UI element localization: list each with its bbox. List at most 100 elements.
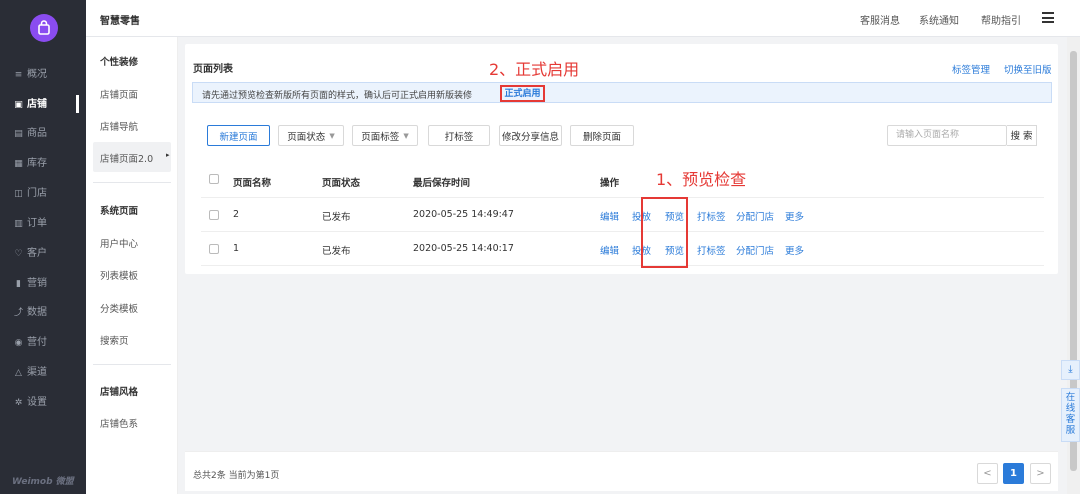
nav-label: 门店	[27, 188, 47, 199]
customer-icon: ♡	[14, 249, 23, 259]
tag-manage-link[interactable]: 标签管理	[952, 62, 990, 76]
button-label: 删除页面	[582, 131, 621, 143]
order-icon: ▥	[14, 219, 23, 229]
pagination-bar: 总共2条 当前为第1页 < 1 >	[185, 451, 1058, 491]
payment-icon: ◉	[14, 338, 23, 348]
nav-item-customer[interactable]: ♡ 客户	[14, 246, 86, 262]
marketing-icon: ▮	[16, 279, 21, 289]
subnav-item-store-page[interactable]: 店铺页面	[100, 87, 138, 101]
step2-annotation: 2、正式启用	[489, 60, 580, 79]
nav-label: 订单	[27, 218, 47, 229]
edit-link[interactable]: 编辑	[600, 243, 619, 257]
next-page-button[interactable]: >	[1030, 463, 1051, 484]
page-status-select[interactable]: 页面状态 ▼	[278, 125, 344, 146]
search-button[interactable]: 搜 索	[1007, 125, 1037, 146]
nav-label: 店铺	[27, 99, 47, 110]
page-table: 页面名称 页面状态 最后保存时间 操作 2 已发布 2020-05-25 14:…	[201, 162, 1044, 266]
subnav-item-user-center[interactable]: 用户中心	[100, 236, 138, 250]
notice-banner: 请先通过预览检查新版所有页面的样式，确认后可正式启用新版装修 正式启用	[192, 82, 1052, 103]
subnav-divider	[93, 182, 171, 183]
subnav-item-color-scheme[interactable]: 店铺色系	[100, 416, 138, 430]
new-page-button[interactable]: 新建页面	[207, 125, 270, 146]
nav-label: 营销	[27, 278, 47, 289]
nav-item-payment[interactable]: ◉ 营付	[14, 335, 86, 351]
nav-item-inventory[interactable]: ▦ 库存	[14, 156, 86, 172]
nav-item-order[interactable]: ▥ 订单	[14, 216, 86, 232]
subnav-item-list-template[interactable]: 列表模板	[100, 268, 138, 282]
subnav-item-search-page[interactable]: 搜索页	[100, 333, 129, 347]
switch-old-version-link[interactable]: 切换至旧版	[1004, 62, 1052, 76]
customer-message-link[interactable]: 客服消息	[860, 12, 900, 27]
select-all-checkbox[interactable]	[209, 174, 219, 184]
subnav-group-system: 系统页面	[100, 206, 139, 217]
help-guide-link[interactable]: 帮助指引	[981, 12, 1021, 27]
subnav-item-store-nav[interactable]: 店铺导航	[100, 119, 138, 133]
page-status: 已发布	[322, 212, 351, 223]
edit-share-info-button[interactable]: 修改分享信息	[499, 125, 562, 146]
col-save-time: 最后保存时间	[413, 178, 471, 189]
nav-item-data[interactable]: ⤴ 数据	[14, 305, 86, 321]
goods-icon: ▤	[14, 129, 23, 139]
nav-item-marketing[interactable]: ▮ 营销	[14, 276, 86, 292]
assign-store-link[interactable]: 分配门店	[736, 209, 774, 223]
delete-page-button[interactable]: 删除页面	[570, 125, 634, 146]
system-notice-link[interactable]: 系统通知	[919, 12, 959, 27]
row-checkbox[interactable]	[209, 244, 219, 254]
nav-active-indicator	[76, 95, 79, 113]
button-label: 打标签	[444, 131, 474, 143]
nav-item-channel[interactable]: △ 渠道	[14, 365, 86, 381]
nav-item-overview[interactable]: ≡ 概况	[14, 67, 86, 83]
store-icon: ▣	[14, 100, 23, 110]
nav-label: 数据	[27, 307, 47, 318]
table-header: 页面名称 页面状态 最后保存时间 操作	[201, 162, 1044, 198]
save-time: 2020-05-25 14:49:47	[413, 209, 514, 220]
brand-logo: Weimob 微盟	[12, 477, 74, 487]
channel-icon: △	[15, 368, 22, 378]
nav-item-shop[interactable]: ◫ 门店	[14, 186, 86, 202]
nav-label: 客户	[27, 248, 47, 259]
nav-item-settings[interactable]: ✲ 设置	[14, 395, 86, 411]
download-icon[interactable]: ⤓	[1061, 360, 1080, 380]
online-service-button[interactable]: 在线客服	[1061, 388, 1080, 442]
overview-icon: ≡	[14, 70, 23, 80]
nav-item-goods[interactable]: ▤ 商品	[14, 126, 86, 142]
preview-highlight-box	[641, 197, 688, 268]
tag-button[interactable]: 打标签	[428, 125, 490, 146]
enable-button[interactable]: 正式启用	[500, 85, 545, 102]
sub-nav: 个性装修 店铺页面 店铺导航 店铺页面2.0 ▸ 系统页面 用户中心 列表模板 分…	[86, 37, 178, 494]
app-logo[interactable]	[30, 14, 58, 42]
more-link[interactable]: 更多	[785, 209, 804, 223]
page-name-search-input[interactable]: 请输入页面名称	[887, 125, 1007, 146]
subnav-item-category-template[interactable]: 分类模板	[100, 301, 138, 315]
select-label: 页面状态	[287, 131, 326, 143]
page-name: 1	[233, 243, 240, 254]
hamburger-menu-icon[interactable]	[1042, 12, 1054, 23]
nav-label: 营付	[27, 337, 47, 348]
settings-icon: ✲	[14, 398, 23, 408]
pagination-summary: 总共2条 当前为第1页	[193, 471, 280, 481]
assign-store-link[interactable]: 分配门店	[736, 243, 774, 257]
notice-text: 请先通过预览检查新版所有页面的样式，确认后可正式启用新版装修	[202, 91, 473, 101]
inventory-icon: ▦	[14, 159, 23, 169]
subnav-item-store-page-2[interactable]: 店铺页面2.0 ▸	[100, 151, 170, 165]
nav-label: 库存	[27, 158, 47, 169]
page-status: 已发布	[322, 246, 351, 257]
tag-link[interactable]: 打标签	[697, 243, 726, 257]
prev-page-button[interactable]: <	[977, 463, 998, 484]
data-icon: ⤴	[14, 308, 24, 318]
tag-link[interactable]: 打标签	[697, 209, 726, 223]
shop-icon: ◫	[14, 189, 23, 199]
edit-link[interactable]: 编辑	[600, 209, 619, 223]
subnav-item-label: 店铺页面2.0	[100, 154, 154, 165]
subnav-group-style: 店铺风格	[100, 387, 139, 398]
caret-down-icon: ▼	[403, 131, 409, 140]
page-1-button[interactable]: 1	[1003, 463, 1024, 484]
more-link[interactable]: 更多	[785, 243, 804, 257]
col-page-name: 页面名称	[233, 178, 272, 189]
subnav-divider	[93, 364, 171, 365]
row-checkbox[interactable]	[209, 210, 219, 220]
caret-right-icon: ▸	[166, 151, 170, 159]
nav-label: 渠道	[27, 367, 47, 378]
step1-annotation: 1、预览检查	[656, 170, 747, 189]
page-tag-select[interactable]: 页面标签 ▼	[352, 125, 418, 146]
